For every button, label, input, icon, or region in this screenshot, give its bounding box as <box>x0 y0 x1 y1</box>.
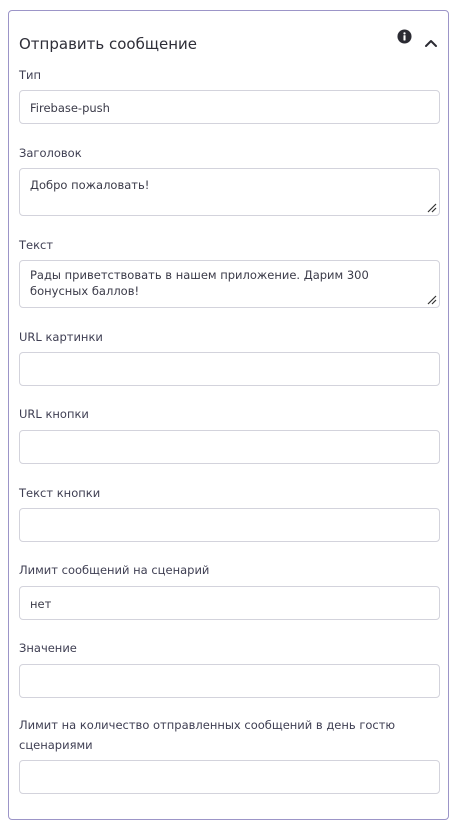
limit-value-field: Значение <box>19 638 440 698</box>
button-text-label: Текст кнопки <box>19 486 101 500</box>
heading-textarea-value: Добро пожаловать! <box>30 178 150 192</box>
send-message-panel: Отправить сообщение Тип Firebase-push За… <box>8 10 449 820</box>
heading-textarea[interactable]: Добро пожаловать! <box>19 168 440 216</box>
button-url-label: URL кнопки <box>19 407 89 421</box>
scenario-limit-label: Лимит сообщений на сценарий <box>19 563 210 577</box>
heading-label: Заголовок <box>19 146 82 160</box>
image-url-input[interactable] <box>19 352 440 386</box>
daily-limit-field: Лимит на количество отправленных сообщен… <box>19 715 440 794</box>
heading-field: Заголовок Добро пожаловать! <box>19 143 440 216</box>
resize-grip-icon[interactable] <box>427 203 437 213</box>
type-field: Тип Firebase-push <box>19 65 440 124</box>
limit-value-label: Значение <box>19 641 77 655</box>
button-url-input[interactable] <box>19 430 440 464</box>
image-url-field: URL картинки <box>19 327 440 386</box>
text-textarea[interactable]: Рады приветствовать в нашем приложение. … <box>19 260 440 308</box>
type-input[interactable]: Firebase-push <box>19 90 440 124</box>
button-text-field: Текст кнопки <box>19 483 440 542</box>
panel-title: Отправить сообщение <box>19 35 197 53</box>
info-icon[interactable] <box>397 29 412 44</box>
chevron-up-icon[interactable] <box>424 36 438 50</box>
panel-header: Отправить сообщение <box>19 29 438 57</box>
limit-value-input[interactable] <box>19 664 440 698</box>
button-text-input[interactable] <box>19 508 440 542</box>
type-label: Тип <box>19 68 42 82</box>
text-label: Текст <box>19 238 54 252</box>
button-url-field: URL кнопки <box>19 404 440 464</box>
image-url-label: URL картинки <box>19 330 103 344</box>
text-textarea-value: Рады приветствовать в нашем приложение. … <box>30 268 369 298</box>
daily-limit-label: Лимит на количество отправленных сообщен… <box>19 718 396 752</box>
text-field: Текст Рады приветствовать в нашем прилож… <box>19 235 440 308</box>
scenario-limit-field: Лимит сообщений на сценарий нет <box>19 560 440 620</box>
scenario-limit-select[interactable]: нет <box>19 586 440 620</box>
resize-grip-icon[interactable] <box>427 295 437 305</box>
daily-limit-input[interactable] <box>19 760 440 794</box>
